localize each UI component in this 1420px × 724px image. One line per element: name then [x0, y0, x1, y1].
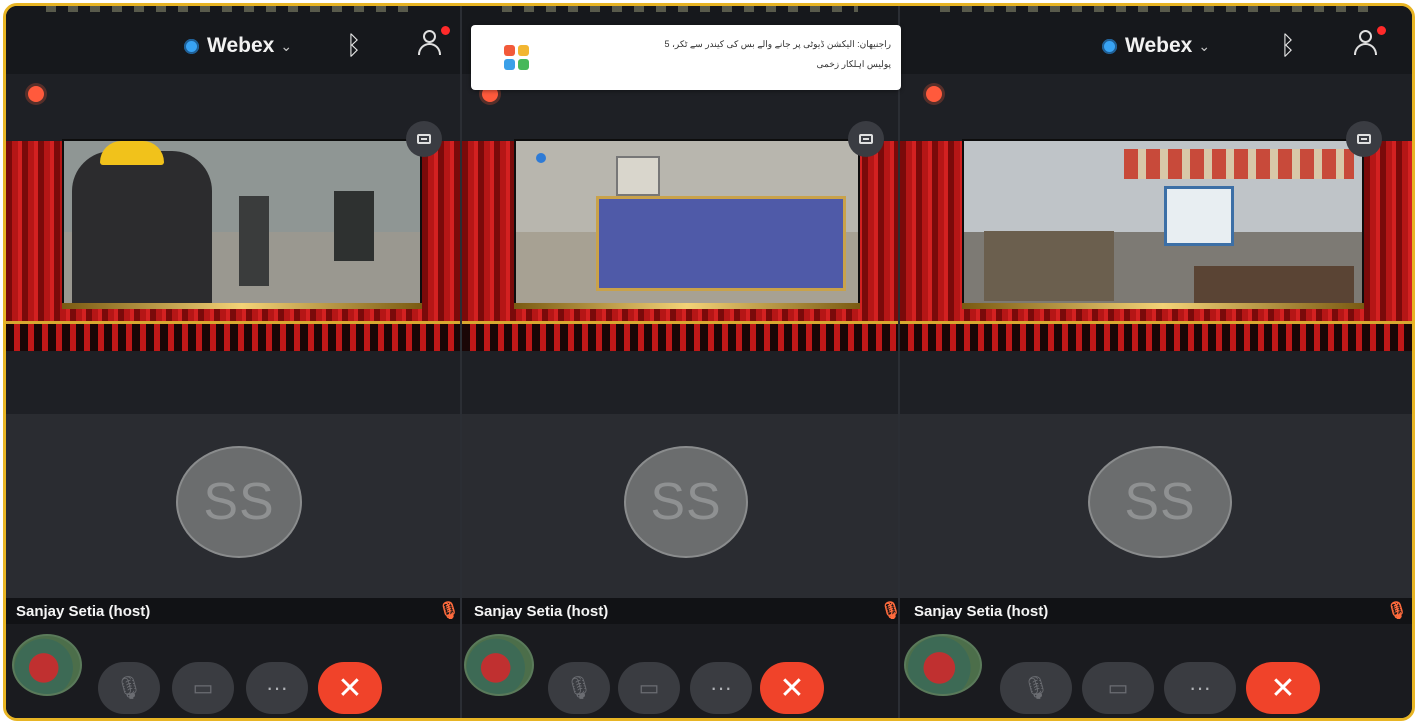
status-bar — [502, 6, 858, 12]
top-bar: Webex ⌄ ᛒ — [6, 6, 460, 74]
news-app-logo-icon — [504, 45, 532, 73]
recording-indicator-icon — [28, 86, 44, 102]
self-view-thumbnail[interactable] — [12, 634, 82, 696]
theater-stage-floor — [6, 321, 460, 351]
chat-icon[interactable] — [848, 121, 884, 157]
end-call-button[interactable]: ✕ — [1246, 662, 1320, 714]
bluetooth-icon[interactable]: ᛒ — [346, 30, 362, 61]
muted-mic-icon: 🎙 — [880, 601, 898, 621]
participant-name: Sanjay Setia (host) — [914, 603, 1049, 620]
end-call-button[interactable]: ✕ — [760, 662, 824, 714]
news-notification-popup[interactable]: راجنیهان: الیکشن ڈیوٹی پر جانے والے بس ک… — [471, 25, 901, 90]
theater-stage-floor — [900, 321, 1412, 351]
self-view-thumbnail[interactable] — [904, 634, 982, 696]
chevron-down-icon: ⌄ — [280, 37, 293, 54]
participant-name-bar: Sanjay Setia (host) 🎙 — [462, 598, 898, 624]
participant-name: Sanjay Setia (host) — [474, 603, 609, 620]
participant-avatar: SS — [624, 446, 748, 558]
webex-brand-menu[interactable]: Webex ⌄ — [184, 34, 292, 58]
participant-avatar: SS — [1088, 446, 1232, 558]
video-button[interactable]: ▭ — [1082, 662, 1154, 714]
meeting-panel-3: Webex ⌄ ᛒ SS Sanjay Setia (host) 🎙 🎙 ▭ ·… — [900, 6, 1412, 718]
lathe-machine — [984, 231, 1114, 301]
stage-gold-trim — [962, 303, 1364, 309]
bluetooth-icon[interactable]: ᛒ — [1280, 30, 1296, 61]
notification-badge — [1377, 26, 1386, 35]
participant-name-bar: Sanjay Setia (host) 🎙 — [900, 598, 1412, 624]
video-button[interactable]: ▭ — [172, 662, 234, 714]
status-bar — [940, 6, 1378, 12]
more-options-button[interactable]: ··· — [246, 662, 308, 714]
self-view-thumbnail[interactable] — [464, 634, 534, 696]
chat-icon[interactable] — [1346, 121, 1382, 157]
screenshot-frame: Webex ⌄ ᛒ SS Sanjay Setia (host) 🎙 🎙 ▭ ·… — [3, 3, 1415, 721]
muted-mic-icon: 🎙 — [438, 601, 460, 620]
recording-indicator-icon — [926, 86, 942, 102]
mute-button[interactable]: 🎙 — [548, 662, 610, 714]
end-call-button[interactable]: ✕ — [318, 662, 382, 714]
muted-mic-icon: 🎙 — [1386, 601, 1408, 620]
worker-figure — [72, 151, 212, 306]
meeting-panel-2: SS Sanjay Setia (host) 🎙 🎙 ▭ ··· ✕ — [462, 6, 898, 718]
chevron-down-icon: ⌄ — [1198, 37, 1211, 54]
participant-name: Sanjay Setia (host) — [16, 603, 151, 620]
stage-gold-trim — [62, 303, 422, 309]
participant-name-bar: Sanjay Setia (host) 🎙 — [6, 598, 460, 624]
more-options-button[interactable]: ··· — [690, 662, 752, 714]
webex-logo-icon — [1102, 38, 1117, 54]
top-bar: Webex ⌄ ᛒ — [900, 6, 1412, 74]
machine-unit — [596, 196, 846, 291]
status-bar — [46, 6, 420, 12]
webex-brand-menu[interactable]: Webex ⌄ — [1102, 34, 1210, 58]
webex-label: Webex — [1125, 34, 1193, 57]
participants-icon[interactable] — [1352, 26, 1386, 58]
shared-video-feed — [962, 139, 1364, 309]
chat-icon[interactable] — [406, 121, 442, 157]
hard-hat — [100, 141, 164, 165]
shared-video-feed — [514, 139, 860, 309]
participant-avatar: SS — [176, 446, 302, 558]
stage-gold-trim — [514, 303, 860, 309]
video-button[interactable]: ▭ — [618, 662, 680, 714]
notification-text-line-1: راجنیهان: الیکشن ڈیوٹی پر جانے والے بس ک… — [664, 39, 891, 49]
webex-label: Webex — [207, 34, 275, 57]
mute-button[interactable]: 🎙 — [1000, 662, 1072, 714]
participants-icon[interactable] — [416, 26, 450, 58]
shared-video-feed — [62, 139, 422, 309]
notification-badge — [441, 26, 450, 35]
more-options-button[interactable]: ··· — [1164, 662, 1236, 714]
meeting-panel-1: Webex ⌄ ᛒ SS Sanjay Setia (host) 🎙 🎙 ▭ ·… — [6, 6, 460, 718]
notification-text-line-2: پولیس اہلکار زخمی — [816, 59, 891, 69]
mute-button[interactable]: 🎙 — [98, 662, 160, 714]
theater-stage-floor — [462, 321, 898, 351]
webex-logo-icon — [184, 38, 199, 54]
